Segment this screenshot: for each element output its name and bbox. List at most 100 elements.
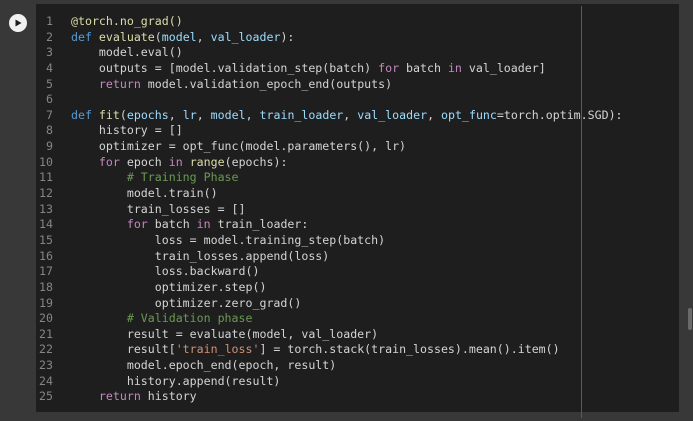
code-text: # Validation phase [71,311,253,327]
code-token: result = evaluate(model, val_loader) [71,326,379,341]
code-text: model.epoch_end(epoch, result) [71,358,336,374]
code-line[interactable]: 9 optimizer = opt_func(model.parameters(… [36,139,679,155]
code-text: history.append(result) [71,373,281,390]
line-number: 16 [39,248,53,263]
code-line[interactable]: 23 model.epoch_end(epoch, result) [36,358,679,374]
code-line[interactable]: 6 [36,92,679,108]
code-text: def fit(epochs, lr, model, train_loader,… [71,108,623,124]
code-token: epoch [119,154,169,169]
code-token: history.append(result) [71,373,281,388]
code-token: fit [98,107,120,122]
code-line[interactable]: 20 # Validation phase [36,311,679,327]
code-token: # Validation phase [71,311,253,326]
code-line[interactable]: 1 @torch.no_grad() [36,14,679,30]
code-token: for [126,217,148,232]
code-line[interactable]: 11 # Training Phase [36,170,679,186]
code-token: ( [154,29,162,44]
code-line[interactable]: 13 train_losses = [] [36,202,679,218]
code-text: optimizer.zero_grad() [71,295,302,312]
code-token: for [378,60,400,75]
code-token: val_loader [357,107,428,122]
code-line[interactable]: 2 def evaluate(model, val_loader): [36,30,679,46]
code-line[interactable]: 7 def fit(epochs, lr, model, train_loader… [36,108,679,124]
code-cell: 1 @torch.no_grad() 2 def evaluate(model, va… [0,0,693,421]
code-line[interactable]: 24 history.append(result) [36,374,679,390]
code-line[interactable]: 14 for batch in train_loader: [36,217,679,233]
code-token: opt_func [441,107,497,122]
code-text: train_losses.append(loss) [71,248,330,265]
code-line[interactable]: 5 return model.validation_epoch_end(outp… [36,77,679,93]
line-number: 20 [39,311,53,326]
code-line[interactable]: 3 model.eval() [36,45,679,61]
code-token: loss = model.training_step(batch) [71,232,386,247]
play-icon [15,19,22,27]
code-lines: 1 @torch.no_grad() 2 def evaluate(model, va… [36,14,679,405]
code-text: return model.validation_epoch_end(output… [71,77,392,93]
code-text: model.eval() [71,45,183,61]
code-token: outputs = [model.validation_step(batch) [71,60,379,75]
code-token: def [71,29,99,44]
code-line[interactable]: 4 outputs = [model.validation_step(batch… [36,61,679,77]
code-line[interactable]: 22 result['train_loss'] = torch.stack(tr… [36,342,679,358]
run-cell-button[interactable] [9,14,27,32]
code-line[interactable]: 12 model.train() [36,186,679,202]
line-number: 5 [46,76,53,91]
code-token: , [196,29,211,44]
line-number: 17 [39,264,53,279]
code-token: model.eval() [71,45,183,60]
line-number: 10 [39,154,53,169]
code-text: result = evaluate(model, val_loader) [71,327,378,343]
line-number: 25 [39,389,53,404]
code-line[interactable]: 8 history = [] [36,123,679,139]
code-text: loss = model.training_step(batch) [71,233,385,249]
code-editor[interactable]: 1 @torch.no_grad() 2 def evaluate(model, va… [36,4,679,412]
line-number: 23 [39,358,53,373]
code-token: train_losses = [] [71,201,246,216]
line-number: 21 [39,326,53,341]
code-token: in [447,60,462,75]
code-line[interactable]: 15 loss = model.training_step(batch) [36,233,679,249]
line-number: 7 [46,107,53,122]
code-token: train_losses.append(loss) [71,248,330,263]
code-token: ): [280,29,295,44]
code-line[interactable]: 10 for epoch in range(epochs): [36,155,679,171]
code-token: # Training Phase [71,170,239,185]
code-token: , [245,107,260,122]
code-token: , [168,107,183,122]
code-token: model [161,29,197,44]
code-text: # Training Phase [71,170,239,186]
code-text: for batch in train_loader: [71,217,309,233]
code-token: batch [399,60,448,75]
code-text: history = [] [71,123,183,139]
line-number: 14 [39,217,53,232]
code-text: optimizer.step() [71,280,267,296]
code-line[interactable]: 21 result = evaluate(model, val_loader) [36,327,679,343]
code-text: train_losses = [] [71,202,246,218]
code-line[interactable]: 18 optimizer.step() [36,280,679,296]
line-number: 24 [39,373,53,388]
code-text: outputs = [model.validation_step(batch) … [71,61,546,77]
code-token: , [196,107,211,122]
code-token: model [210,107,246,122]
code-token: optimizer.zero_grad() [71,295,302,310]
code-token: 'train_loss' [175,342,260,357]
code-token: model.train() [71,186,218,201]
code-line[interactable]: 17 loss.backward() [36,264,679,280]
code-token: for [98,154,120,169]
code-token: val_loader] [461,60,546,75]
code-text: def evaluate(model, val_loader): [71,30,294,46]
code-text: return history [71,389,197,405]
line-number: 11 [39,170,53,185]
code-line[interactable]: 16 train_losses.append(loss) [36,249,679,265]
line-number: 4 [46,60,53,75]
line-number: 8 [46,123,53,138]
ruler-line [581,6,582,418]
scrollbar-thumb[interactable] [688,308,692,330]
code-token: (epochs): [224,154,288,169]
code-line[interactable]: 19 optimizer.zero_grad() [36,296,679,312]
code-line[interactable]: 25 return history [36,389,679,405]
line-number: 6 [46,92,53,107]
